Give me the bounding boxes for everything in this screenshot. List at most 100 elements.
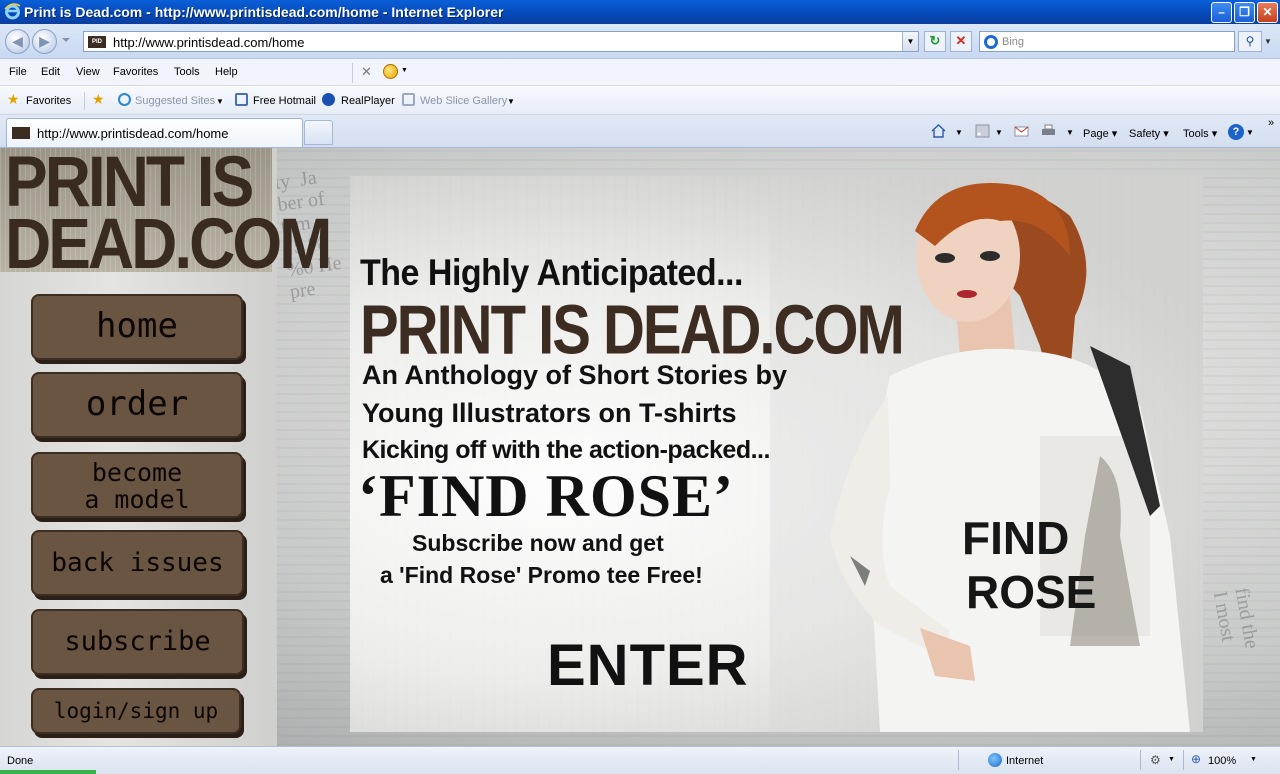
search-options-dropdown-icon[interactable]: ▼ — [1264, 31, 1274, 52]
tools-menu[interactable]: Tools ▾ — [1183, 127, 1217, 140]
enter-link[interactable]: ENTER — [547, 632, 749, 699]
close-toolbar-icon[interactable]: ✕ — [361, 64, 372, 80]
address-dropdown-button[interactable]: ▼ — [902, 32, 918, 51]
menu-file[interactable]: File — [9, 66, 27, 78]
forward-button[interactable]: ▶ — [32, 29, 57, 54]
safety-menu-label: Safety — [1129, 128, 1161, 140]
menu-favorites[interactable]: Favorites — [113, 66, 158, 78]
title-bar: Print is Dead.com - http://www.printisde… — [0, 0, 1280, 24]
search-button[interactable]: ⚲ — [1238, 31, 1262, 52]
more-commands-icon[interactable]: » — [1268, 117, 1274, 129]
home-dropdown-icon[interactable]: ▼ — [955, 128, 963, 137]
tab-label: http://www.printisdead.com/home — [37, 126, 229, 141]
add-favorite-icon[interactable]: ★ — [92, 91, 105, 108]
nav-subscribe-button[interactable]: subscribe — [31, 609, 244, 675]
newspaper-texture-right: find the I most — [1208, 585, 1263, 651]
search-placeholder: Bing — [1002, 36, 1025, 48]
menu-tools[interactable]: Tools — [174, 66, 200, 78]
banner-illustrators: Young Illustrators on T-shirts — [362, 398, 737, 428]
print-dropdown-icon[interactable]: ▼ — [1066, 128, 1074, 137]
nav-order-button[interactable]: order — [31, 372, 243, 438]
web-slice-gallery-link[interactable]: Web Slice Gallery — [420, 95, 507, 107]
realplayer-icon — [322, 93, 335, 106]
window-title: Print is Dead.com - http://www.printisde… — [24, 4, 504, 20]
security-zone-label[interactable]: Internet — [1006, 755, 1043, 767]
banner-subscribe-now: Subscribe now and get — [412, 530, 664, 556]
protected-mode-icon[interactable]: ⚙ — [1150, 753, 1161, 767]
page-menu[interactable]: Page ▾ — [1083, 127, 1117, 140]
suggested-sites-link[interactable]: Suggested Sites — [135, 95, 215, 107]
nav-home-button[interactable]: home — [31, 294, 243, 360]
url-text[interactable]: http://www.printisdead.com/home — [113, 35, 304, 50]
home-icon[interactable] — [931, 124, 946, 138]
web-slice-dropdown-icon[interactable]: ▼ — [507, 97, 515, 106]
close-button[interactable]: ✕ — [1257, 2, 1278, 23]
minimize-button[interactable]: – — [1211, 2, 1232, 23]
new-tab-button[interactable] — [304, 120, 333, 145]
menu-edit[interactable]: Edit — [41, 66, 60, 78]
feeds-icon[interactable] — [975, 124, 990, 138]
ie-logo-icon — [4, 3, 21, 20]
maximize-button[interactable]: ❐ — [1234, 2, 1255, 23]
bing-icon — [984, 35, 998, 49]
shirt-text-rose: ROSE — [966, 566, 1096, 618]
status-separator — [958, 750, 959, 770]
nav-login-button[interactable]: login/sign up — [31, 688, 241, 734]
internet-zone-icon — [988, 753, 1002, 767]
safety-menu[interactable]: Safety ▾ — [1129, 127, 1169, 140]
favorites-separator — [84, 92, 85, 110]
banner-anthology: An Anthology of Short Stories by — [362, 360, 787, 390]
status-bar: Done Internet ⚙ ▼ ⊕ 100% ▼ — [0, 746, 1280, 774]
favorites-star-icon: ★ — [7, 91, 20, 107]
site-logo[interactable]: PRINT IS DEAD.COM — [0, 148, 332, 284]
help-dropdown-icon[interactable]: ▼ — [1246, 128, 1254, 137]
recent-pages-dropdown-icon[interactable] — [62, 38, 70, 42]
search-field[interactable]: Bing — [979, 31, 1235, 52]
suggested-sites-icon — [118, 93, 131, 106]
promo-banner[interactable]: FIND ROSE The Highly Anticipated... PRIN… — [350, 176, 1203, 732]
print-icon[interactable] — [1041, 124, 1056, 138]
banner-anticipated: The Highly Anticipated... — [360, 252, 743, 294]
status-separator-2 — [1140, 750, 1141, 770]
favorites-bar: ★ Favorites ★ Suggested Sites ▼ Free Hot… — [0, 87, 1280, 115]
help-icon[interactable]: ? — [1228, 124, 1244, 140]
tab-favicon-icon — [12, 127, 30, 139]
banner-kicking-off: Kicking off with the action-packed... — [362, 436, 770, 464]
status-text: Done — [7, 755, 34, 767]
realplayer-link[interactable]: RealPlayer — [341, 95, 395, 107]
shirt-text-find: FIND — [962, 512, 1069, 564]
taskbar-start-strip — [0, 770, 96, 774]
tools-menu-label: Tools — [1183, 128, 1209, 140]
stop-button[interactable]: ✕ — [950, 31, 972, 52]
favorites-button[interactable]: Favorites — [26, 95, 71, 107]
nav-become-model-button[interactable]: become a model — [31, 452, 243, 518]
refresh-button[interactable]: ↻ — [924, 31, 946, 52]
menu-separator — [352, 63, 353, 83]
zoom-dropdown-icon[interactable]: ▼ — [1250, 756, 1257, 763]
addon-dropdown-icon[interactable]: ▼ — [401, 67, 408, 74]
site-favicon-icon: PID — [88, 36, 106, 48]
model-photo: FIND ROSE — [770, 176, 1203, 732]
menu-help[interactable]: Help — [215, 66, 238, 78]
tab-printisdead[interactable]: http://www.printisdead.com/home — [6, 118, 303, 147]
logo-line-2: DEAD.COM — [5, 203, 332, 284]
tab-bar: http://www.printisdead.com/home ▼ ▼ ▼ Pa… — [0, 115, 1280, 148]
back-button[interactable]: ◀ — [5, 29, 30, 54]
zoom-icon: ⊕ — [1191, 752, 1202, 766]
menu-view[interactable]: View — [76, 66, 100, 78]
mail-icon[interactable] — [1014, 124, 1029, 138]
zoom-level[interactable]: 100% — [1208, 755, 1236, 767]
suggested-dropdown-icon[interactable]: ▼ — [216, 97, 224, 106]
become-line-2: a model — [84, 485, 190, 514]
free-hotmail-link[interactable]: Free Hotmail — [253, 95, 316, 107]
address-field[interactable]: PID http://www.printisdead.com/home ▼ — [83, 31, 919, 52]
hotmail-icon — [235, 93, 248, 106]
web-slice-icon — [402, 93, 415, 106]
feeds-dropdown-icon[interactable]: ▼ — [995, 128, 1003, 137]
nav-back-issues-button[interactable]: back issues — [31, 530, 244, 596]
address-toolbar: ◀ ▶ PID http://www.printisdead.com/home … — [0, 24, 1280, 59]
become-line-1: become — [91, 458, 183, 487]
addon-globe-icon[interactable] — [383, 64, 398, 79]
protected-dropdown-icon[interactable]: ▼ — [1168, 756, 1175, 763]
status-separator-3 — [1183, 750, 1184, 770]
